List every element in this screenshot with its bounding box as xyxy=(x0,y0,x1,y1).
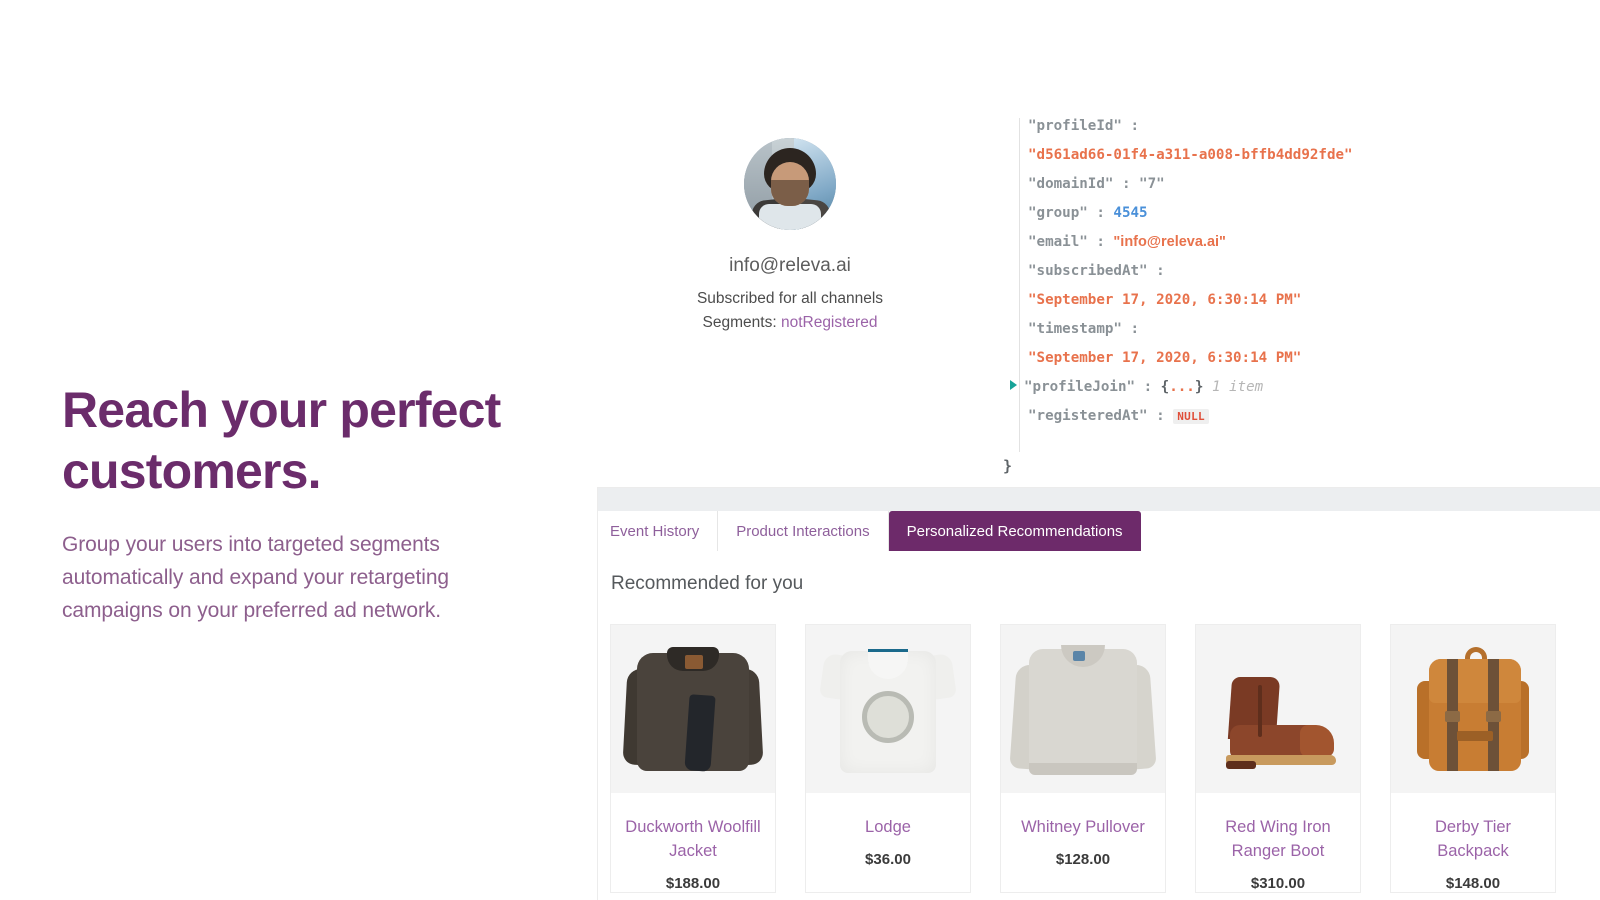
json-row-profileid: "profileId" : "d561ad66-01f4-a311-a008-b… xyxy=(1028,112,1400,170)
json-key: "domainId" xyxy=(1028,176,1114,192)
product-name: Whitney Pullover xyxy=(1021,818,1145,836)
null-badge: NULL xyxy=(1173,409,1209,424)
tab-personalized-recommendations[interactable]: Personalized Recommendations xyxy=(888,511,1141,551)
page-title: Reach your perfect customers. xyxy=(62,382,501,499)
json-separator: : xyxy=(1135,379,1161,395)
product-price: $36.00 xyxy=(865,851,911,868)
json-key: "timestamp" xyxy=(1028,321,1122,337)
json-key: "profileJoin" xyxy=(1024,379,1136,395)
product-image-sweater xyxy=(1001,625,1165,793)
tab-product-interactions[interactable]: Product Interactions xyxy=(718,511,889,551)
product-card[interactable]: Red Wing Iron Ranger Boot $310.00 xyxy=(1196,625,1360,892)
json-separator: : xyxy=(1087,205,1114,221)
json-value: "September 17, 2020, 6:30:14 PM" xyxy=(1028,350,1302,366)
product-price: $128.00 xyxy=(1055,851,1111,868)
json-value: 4545 xyxy=(1113,205,1148,221)
product-card[interactable]: Derby Tier Backpack $148.00 xyxy=(1391,625,1555,892)
json-key: "registeredAt" xyxy=(1028,408,1148,424)
product-image-tshirt xyxy=(806,625,970,793)
json-separator: : xyxy=(1087,234,1114,250)
product-card[interactable]: Lodge $36.00 xyxy=(806,625,970,892)
json-row-subscribedat: "subscribedAt" : "September 17, 2020, 6:… xyxy=(1028,257,1400,315)
product-name: Lodge xyxy=(865,818,911,836)
json-key: "subscribedAt" xyxy=(1028,263,1148,279)
product-price: $188.00 xyxy=(665,875,721,892)
profile-subscription-details: Subscribed for all channels Segments: no… xyxy=(690,287,890,335)
json-key: "profileId" xyxy=(1028,118,1122,134)
json-key: "email" xyxy=(1028,234,1088,250)
json-separator: : xyxy=(1113,176,1140,192)
product-image-backpack xyxy=(1391,625,1555,793)
json-value: "September 17, 2020, 6:30:14 PM" xyxy=(1028,292,1302,308)
json-row-profilejoin[interactable]: "profileJoin" : {...} 1 item xyxy=(1010,373,1400,402)
recommendations-panel: Event History Product Interactions Perso… xyxy=(598,488,1600,900)
tab-bar: Event History Product Interactions Perso… xyxy=(598,511,1600,551)
json-indent-guide xyxy=(1019,118,1020,452)
json-value: "d561ad66-01f4-a311-a008-bffb4dd92fde" xyxy=(1028,147,1353,163)
json-value: "7" xyxy=(1139,176,1165,192)
product-name: Duckworth Woolfill Jacket xyxy=(625,818,761,860)
json-viewer: "profileId" : "d561ad66-01f4-a311-a008-b… xyxy=(1000,112,1400,475)
profile-segments-row: Segments: notRegistered xyxy=(690,311,890,335)
marketing-copy-block: Reach your perfect customers. Group your… xyxy=(62,380,542,627)
json-separator: : xyxy=(1147,263,1165,279)
json-rows: "profileId" : "d561ad66-01f4-a311-a008-b… xyxy=(1010,112,1400,431)
product-name: Derby Tier Backpack xyxy=(1434,818,1512,860)
panel-topbar xyxy=(598,488,1600,511)
json-row-timestamp: "timestamp" : "September 17, 2020, 6:30:… xyxy=(1028,315,1400,373)
tab-event-history[interactable]: Event History xyxy=(598,511,719,551)
product-image-boot xyxy=(1196,625,1360,793)
product-price: $310.00 xyxy=(1250,875,1306,892)
json-row-registeredat: "registeredAt" : NULL xyxy=(1028,402,1400,431)
json-key: "group" xyxy=(1028,205,1088,221)
product-name: Red Wing Iron Ranger Boot xyxy=(1225,818,1331,860)
json-row-email: "email" : "info@releva.ai" xyxy=(1028,228,1400,257)
segments-label: Segments: xyxy=(702,314,777,331)
json-value: "info@releva.ai" xyxy=(1113,234,1226,250)
profile-summary: info@releva.ai Subscribed for all channe… xyxy=(690,138,890,335)
json-row-domainid: "domainId" : "7" xyxy=(1028,170,1400,199)
json-separator: : xyxy=(1147,408,1174,424)
segment-badge-notregistered[interactable]: notRegistered xyxy=(781,314,878,331)
marketing-subcopy: Group your users into targeted segments … xyxy=(62,533,449,622)
product-image-jacket xyxy=(611,625,775,793)
json-row-group: "group" : 4545 xyxy=(1028,199,1400,228)
section-title: Recommended for you xyxy=(611,573,804,594)
subscription-status: Subscribed for all channels xyxy=(696,290,884,307)
json-separator: : xyxy=(1121,321,1140,337)
avatar xyxy=(744,138,836,230)
expand-triangle-icon[interactable] xyxy=(1010,380,1017,390)
product-price: $148.00 xyxy=(1445,875,1501,892)
product-card-list: Duckworth Woolfill Jacket $188.00 Lodge … xyxy=(598,595,1600,892)
product-card[interactable]: Whitney Pullover $128.00 xyxy=(1001,625,1165,892)
profile-email: info@releva.ai xyxy=(729,255,851,276)
json-closing-brace: } xyxy=(1003,457,1013,475)
product-card[interactable]: Duckworth Woolfill Jacket $188.00 xyxy=(611,625,775,892)
page-root: Reach your perfect customers. Group your… xyxy=(0,0,1600,900)
json-value: {...} xyxy=(1160,379,1204,395)
json-separator: : xyxy=(1121,118,1140,134)
json-item-count: 1 item xyxy=(1211,379,1264,395)
